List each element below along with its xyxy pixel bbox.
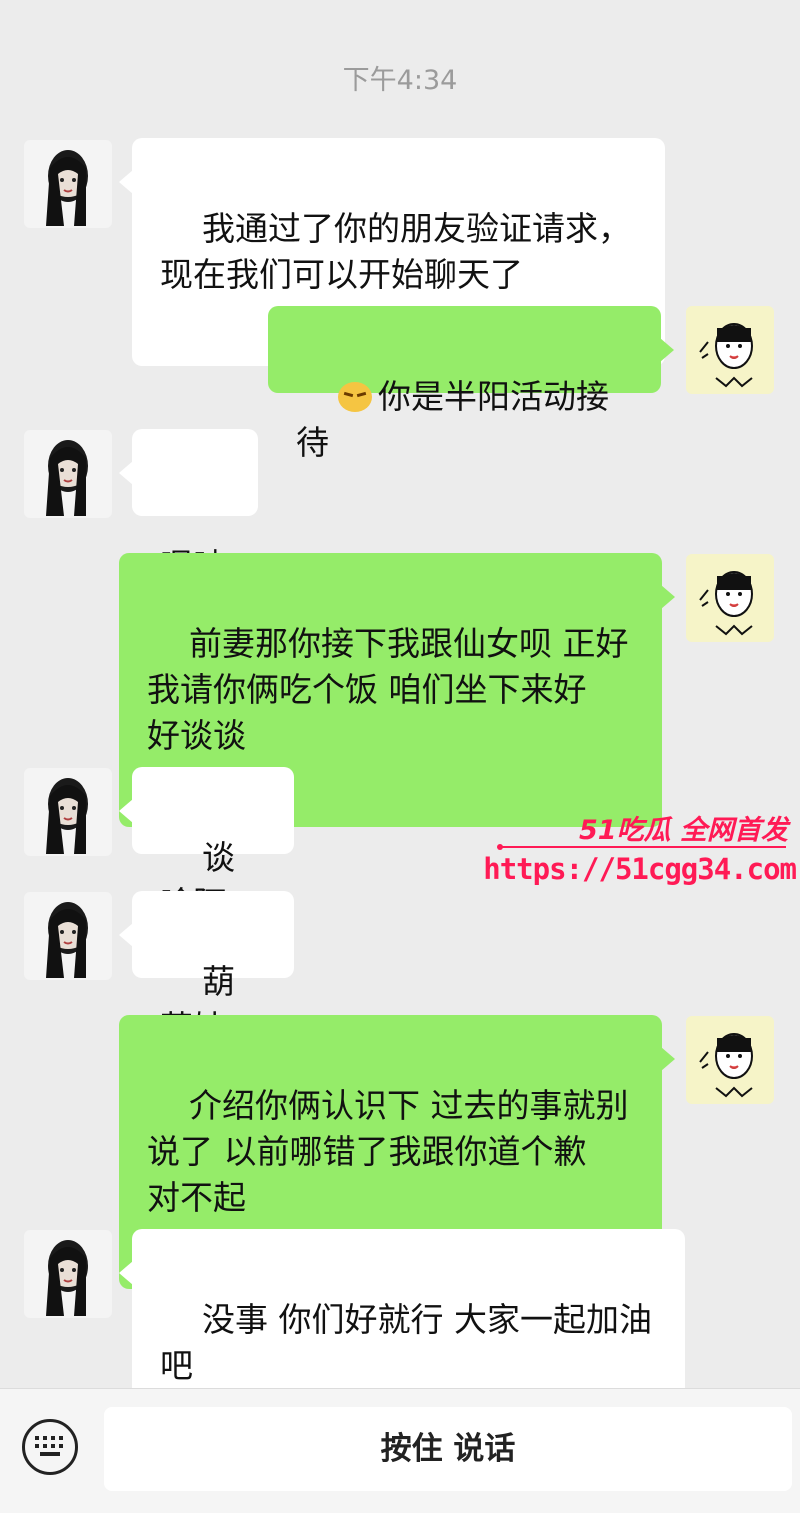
message-text: 介绍你俩认识下 过去的事就别 说了 以前哪错了我跟你道个歉 对不起 bbox=[147, 1086, 629, 1217]
message-text: 我通过了你的朋友验证请求， 现在我们可以开始聊天了 bbox=[160, 209, 631, 294]
avatar-cartoon-icon bbox=[699, 571, 753, 636]
incoming-message-bubble[interactable]: 谈啥阿 bbox=[119, 767, 294, 923]
avatar-girl-icon bbox=[46, 1240, 88, 1316]
contact-avatar[interactable] bbox=[24, 430, 112, 518]
keyboard-icon bbox=[35, 1436, 63, 1456]
watermark-divider bbox=[497, 844, 786, 850]
outgoing-message-bubble[interactable]: 你是半阳活动接待 bbox=[268, 306, 674, 462]
my-avatar[interactable] bbox=[686, 306, 774, 394]
my-avatar[interactable] bbox=[686, 1016, 774, 1104]
avatar-cartoon-icon bbox=[699, 1033, 753, 1098]
watermark: 51吃瓜 全网首发 https://51cgg34.com bbox=[483, 808, 797, 888]
avatar-cartoon-icon bbox=[699, 323, 753, 388]
incoming-message-bubble[interactable]: 嗯呐 bbox=[119, 429, 258, 585]
message-timestamp: 下午4:34 bbox=[342, 65, 458, 96]
contact-avatar[interactable] bbox=[24, 140, 112, 228]
contact-avatar[interactable] bbox=[24, 892, 112, 980]
watermark-brand: 51吃瓜 全网首发 bbox=[579, 815, 788, 846]
my-avatar[interactable] bbox=[686, 554, 774, 642]
chat-area: 下午4:34 我通过了你的朋友验证请求， 现在我们可以开始聊天了 你是半阳活动接… bbox=[0, 0, 800, 1457]
avatar-girl-icon bbox=[46, 778, 88, 854]
avatar-girl-icon bbox=[46, 150, 88, 226]
message-text: 前妻那你接下我跟仙女呗 正好 我请你俩吃个饭 咱们坐下来好 好谈谈 bbox=[147, 624, 629, 755]
input-bar: 按住 说话 bbox=[0, 1388, 800, 1513]
hold-to-talk-button[interactable]: 按住 说话 bbox=[104, 1407, 792, 1491]
avatar-girl-icon bbox=[46, 440, 88, 516]
contact-avatar[interactable] bbox=[24, 768, 112, 856]
keyboard-toggle-button[interactable] bbox=[22, 1419, 78, 1475]
incoming-message-bubble[interactable]: 葫芦娃 bbox=[119, 891, 294, 1047]
avatar-girl-icon bbox=[46, 902, 88, 978]
smirk-emoji-icon bbox=[337, 382, 372, 412]
watermark-url: https://51cgg34.com bbox=[483, 852, 797, 886]
contact-avatar[interactable] bbox=[24, 1230, 112, 1318]
message-text: 没事 你们好就行 大家一起加油 吧 bbox=[160, 1300, 652, 1385]
